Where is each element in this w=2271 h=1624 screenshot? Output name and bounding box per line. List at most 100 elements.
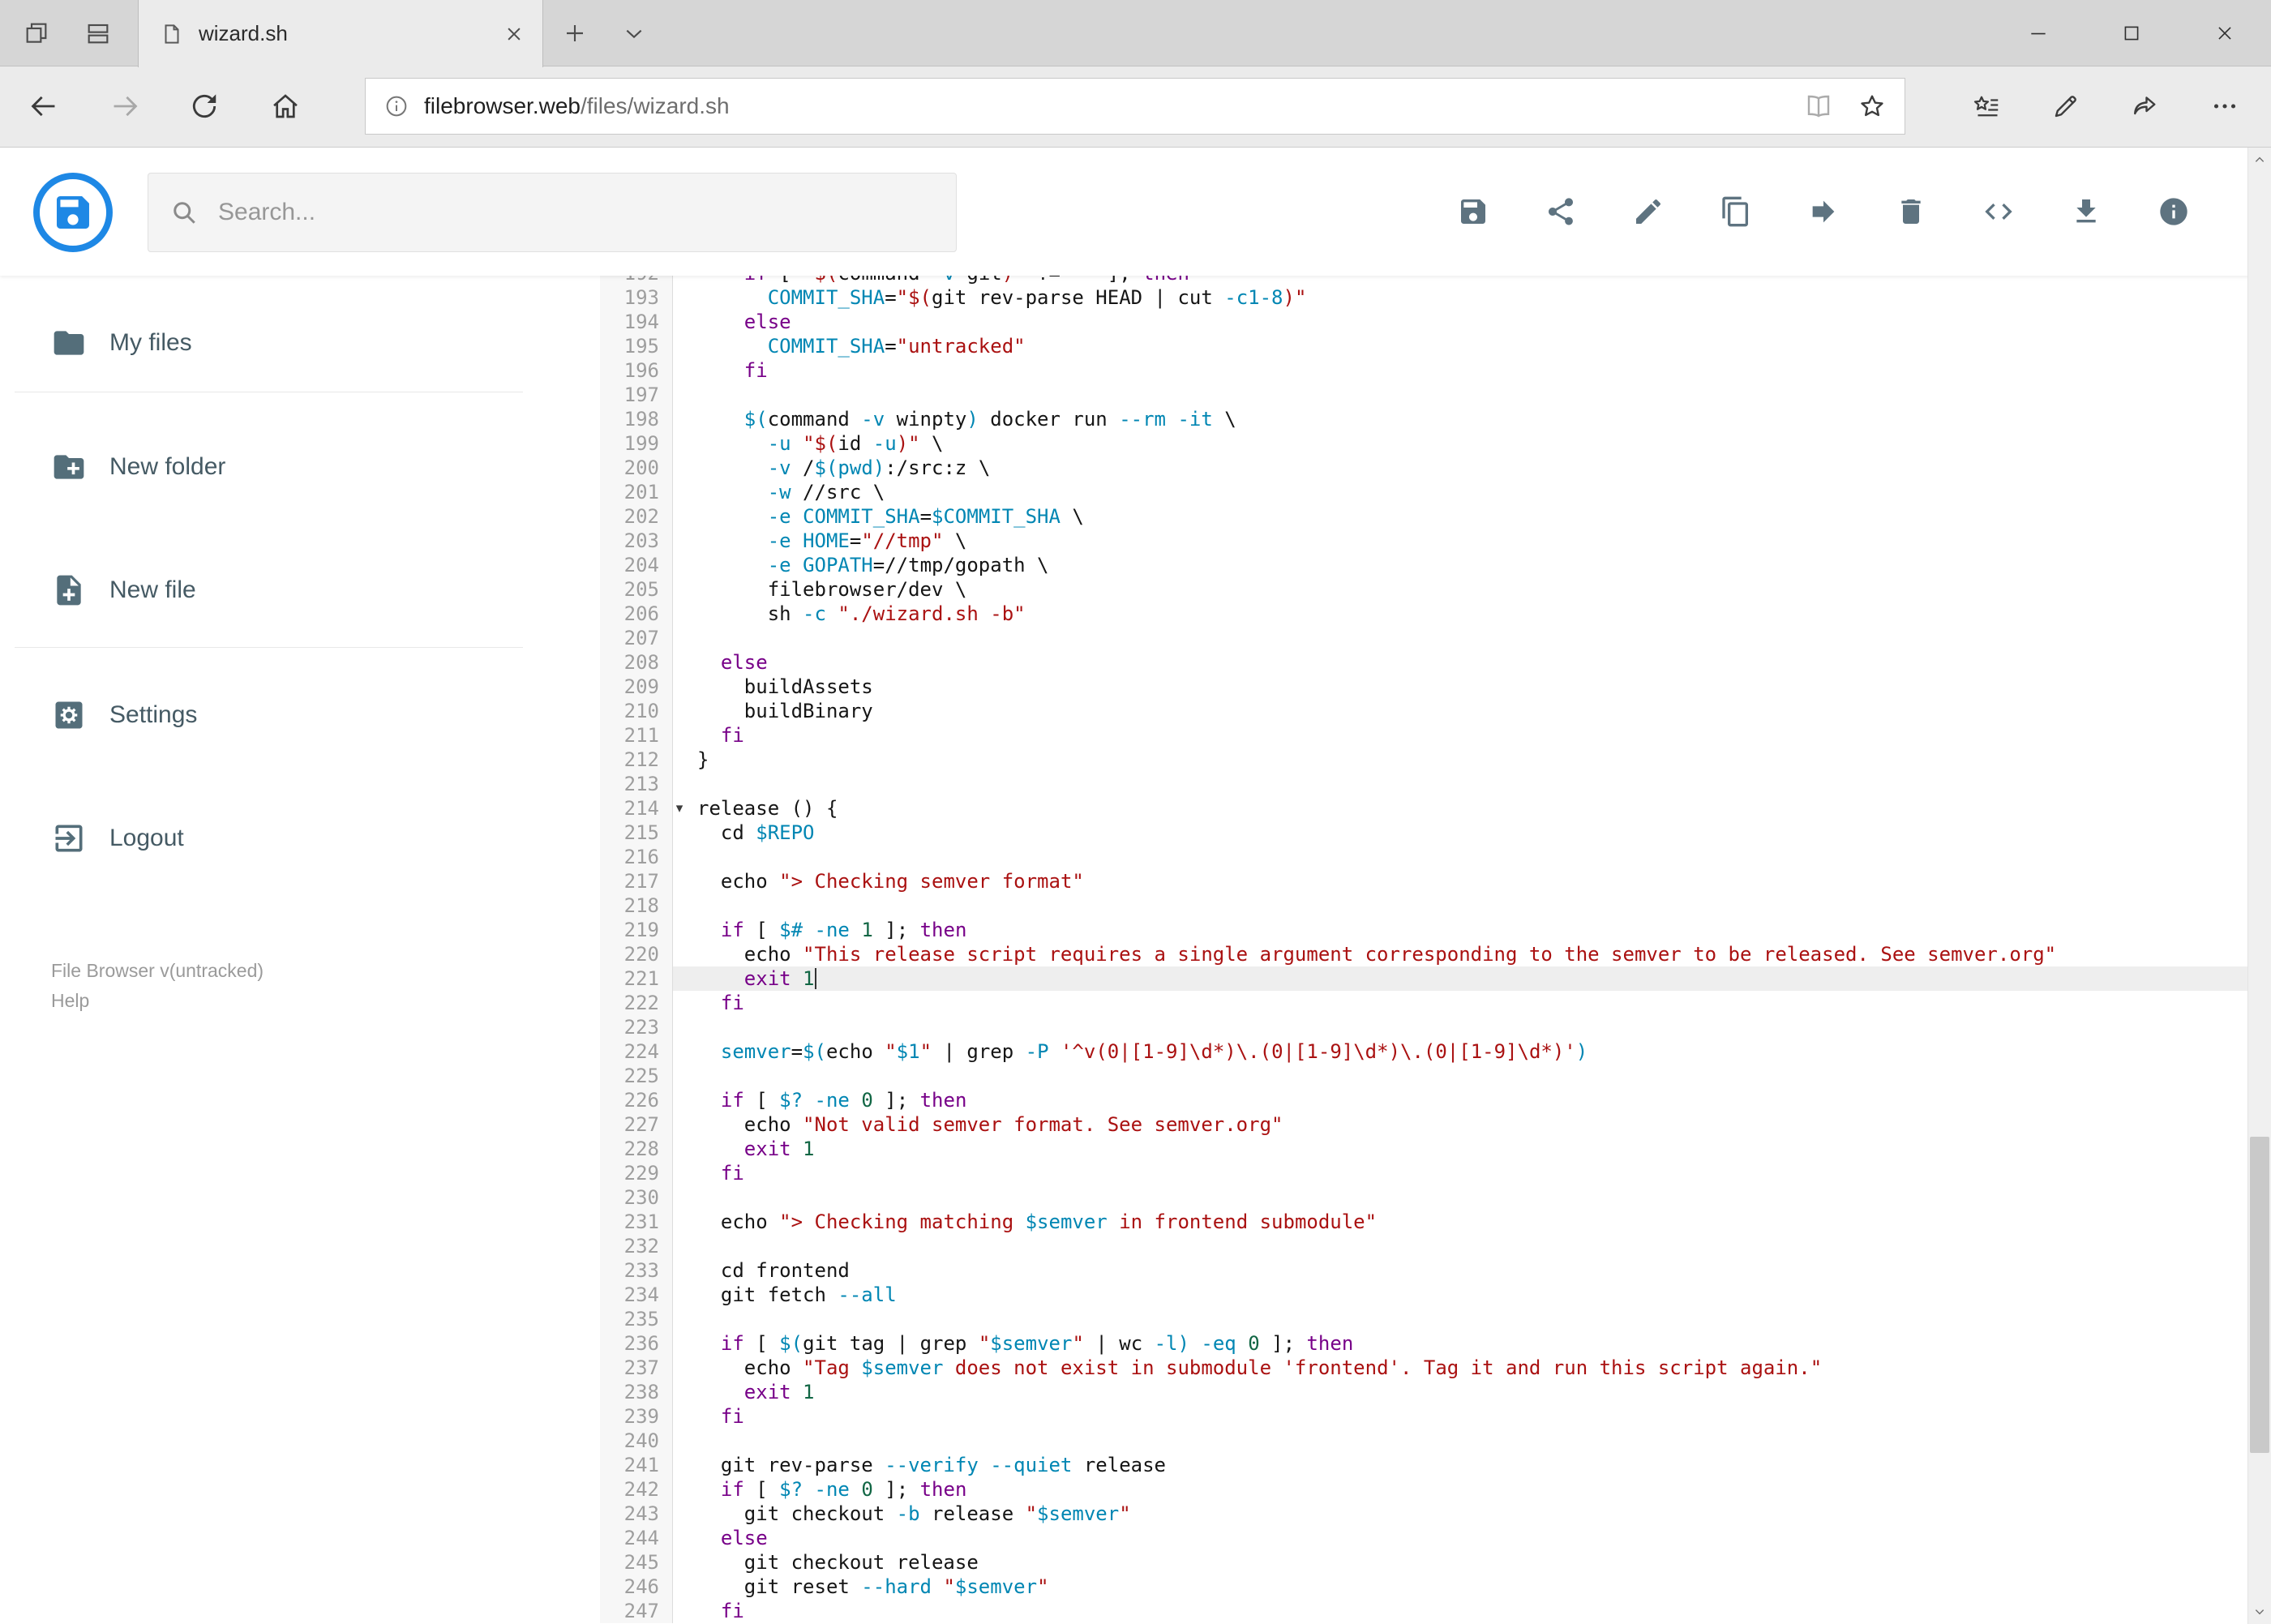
code-line[interactable]: 217 echo "> Checking semver format" <box>600 869 2247 893</box>
raw-view-button[interactable] <box>1982 195 2015 228</box>
save-button[interactable] <box>1457 195 1489 228</box>
maximize-button[interactable] <box>2085 0 2178 66</box>
tab-preview-icon[interactable] <box>79 0 118 66</box>
back-button[interactable] <box>16 79 71 134</box>
minimize-button[interactable] <box>1991 0 2085 66</box>
web-note-pen-icon[interactable] <box>2038 79 2093 134</box>
code-line[interactable]: 194 else <box>600 310 2247 334</box>
share-page-icon[interactable] <box>2118 79 2173 134</box>
code-line[interactable]: 198 $(command -v winpty) docker run --rm… <box>600 407 2247 431</box>
code-line[interactable]: 246 git reset --hard "$semver" <box>600 1575 2247 1599</box>
copy-button[interactable] <box>1720 195 1752 228</box>
favorite-star-icon[interactable] <box>1858 92 1887 121</box>
code-line[interactable]: 231 echo "> Checking matching $semver in… <box>600 1210 2247 1234</box>
sidebar-item-new-folder[interactable]: New folder <box>0 432 568 502</box>
code-line[interactable]: 213 <box>600 772 2247 796</box>
code-line[interactable]: 207 <box>600 626 2247 650</box>
code-line[interactable]: 205 filebrowser/dev \ <box>600 577 2247 602</box>
code-line[interactable]: 227 echo "Not valid semver format. See s… <box>600 1112 2247 1137</box>
code-line[interactable]: 220 echo "This release script requires a… <box>600 942 2247 966</box>
code-line[interactable]: 199 -u "$(id -u)" \ <box>600 431 2247 456</box>
code-line[interactable]: 243 git checkout -b release "$semver" <box>600 1502 2247 1526</box>
code-line[interactable]: 209 buildAssets <box>600 675 2247 699</box>
code-line[interactable]: 241 git rev-parse --verify --quiet relea… <box>600 1453 2247 1477</box>
code-line[interactable]: 233 cd frontend <box>600 1258 2247 1283</box>
code-line[interactable]: 218 <box>600 893 2247 918</box>
code-line[interactable]: 226 if [ $? -ne 0 ]; then <box>600 1088 2247 1112</box>
new-tab-button[interactable] <box>555 0 594 66</box>
code-line[interactable]: 203 -e HOME="//tmp" \ <box>600 529 2247 553</box>
code-line[interactable]: 210 buildBinary <box>600 699 2247 723</box>
code-line[interactable]: 204 -e GOPATH=//tmp/gopath \ <box>600 553 2247 577</box>
code-line[interactable]: 211 fi <box>600 723 2247 748</box>
code-line[interactable]: 202 -e COMMIT_SHA=$COMMIT_SHA \ <box>600 504 2247 529</box>
forward-button[interactable] <box>97 79 152 134</box>
code-line[interactable]: 192 if [ "$(command -v git)" != "" ]; th… <box>600 276 2247 285</box>
info-button[interactable] <box>2157 195 2190 228</box>
code-line[interactable]: 222 fi <box>600 991 2247 1015</box>
code-line[interactable]: 193 COMMIT_SHA="$(git rev-parse HEAD | c… <box>600 285 2247 310</box>
code-line[interactable]: 232 <box>600 1234 2247 1258</box>
code-line[interactable]: 197 <box>600 383 2247 407</box>
code-line[interactable]: 240 <box>600 1429 2247 1453</box>
code-line[interactable]: 196 fi <box>600 358 2247 383</box>
code-editor[interactable]: 192 if [ "$(command -v git)" != "" ]; th… <box>600 276 2247 1624</box>
scrollbar-thumb[interactable] <box>2250 1137 2269 1453</box>
code-line[interactable]: 242 if [ $? -ne 0 ]; then <box>600 1477 2247 1502</box>
sidebar-item-logout[interactable]: Logout <box>0 803 568 873</box>
scroll-down-icon[interactable] <box>2248 1600 2271 1624</box>
tabs-set-aside-icon[interactable] <box>17 0 56 66</box>
code-line[interactable]: 235 <box>600 1307 2247 1331</box>
code-line[interactable]: 225 <box>600 1064 2247 1088</box>
fold-marker-icon[interactable]: ▾ <box>671 796 688 821</box>
scroll-up-icon[interactable] <box>2248 148 2271 172</box>
code-line[interactable]: 216 <box>600 845 2247 869</box>
share-button[interactable] <box>1545 195 1577 228</box>
code-line[interactable]: 223 <box>600 1015 2247 1039</box>
code-line[interactable]: 215 cd $REPO <box>600 821 2247 845</box>
code-line[interactable]: 224 semver=$(echo "$1" | grep -P '^v(0|[… <box>600 1039 2247 1064</box>
code-line[interactable]: 206 sh -c "./wizard.sh -b" <box>600 602 2247 626</box>
code-line[interactable]: 212} <box>600 748 2247 772</box>
filebrowser-logo[interactable] <box>32 172 114 253</box>
sidebar-item-my-files[interactable]: My files <box>0 308 568 378</box>
help-link[interactable]: Help <box>51 988 89 1014</box>
tab-list-chevron-icon[interactable] <box>615 0 653 66</box>
tab-close-icon[interactable] <box>502 22 526 46</box>
code-line[interactable]: 230 <box>600 1185 2247 1210</box>
code-line[interactable]: 236 if [ $(git tag | grep "$semver" | wc… <box>600 1331 2247 1356</box>
code-line[interactable]: 238 exit 1 <box>600 1380 2247 1404</box>
refresh-button[interactable] <box>177 79 232 134</box>
rename-button[interactable] <box>1632 195 1665 228</box>
code-line[interactable]: 228 exit 1 <box>600 1137 2247 1161</box>
more-options-icon[interactable] <box>2197 79 2252 134</box>
address-bar[interactable]: filebrowser.web/files/wizard.sh <box>365 78 1905 135</box>
code-line[interactable]: 221 exit 1 <box>600 966 2247 991</box>
search-box[interactable] <box>148 173 957 252</box>
code-line[interactable]: 195 COMMIT_SHA="untracked" <box>600 334 2247 358</box>
move-button[interactable] <box>1807 195 1840 228</box>
code-line[interactable]: 219 if [ $# -ne 1 ]; then <box>600 918 2247 942</box>
code-line[interactable]: 247 fi <box>600 1599 2247 1623</box>
code-line[interactable]: 244 else <box>600 1526 2247 1550</box>
sidebar-item-settings[interactable]: Settings <box>0 680 568 750</box>
browser-tab[interactable]: wizard.sh <box>138 0 543 67</box>
site-info-icon[interactable] <box>383 93 409 119</box>
hub-favorites-icon[interactable] <box>1959 79 2014 134</box>
code-line[interactable]: 214 ▾ release () { <box>600 796 2247 821</box>
search-input[interactable] <box>218 199 935 226</box>
download-button[interactable] <box>2070 195 2102 228</box>
home-button[interactable] <box>258 79 313 134</box>
delete-button[interactable] <box>1895 195 1927 228</box>
sidebar-item-new-file[interactable]: New file <box>0 555 568 625</box>
code-line[interactable]: 239 fi <box>600 1404 2247 1429</box>
code-line[interactable]: 234 git fetch --all <box>600 1283 2247 1307</box>
code-line[interactable]: 200 -v /$(pwd):/src:z \ <box>600 456 2247 480</box>
code-line[interactable]: 201 -w //src \ <box>600 480 2247 504</box>
code-line[interactable]: 245 git checkout release <box>600 1550 2247 1575</box>
reading-view-icon[interactable] <box>1804 92 1833 121</box>
close-window-button[interactable] <box>2178 0 2271 66</box>
page-scrollbar[interactable] <box>2247 148 2271 1624</box>
code-line[interactable]: 229 fi <box>600 1161 2247 1185</box>
code-line[interactable]: 237 echo "Tag $semver does not exist in … <box>600 1356 2247 1380</box>
